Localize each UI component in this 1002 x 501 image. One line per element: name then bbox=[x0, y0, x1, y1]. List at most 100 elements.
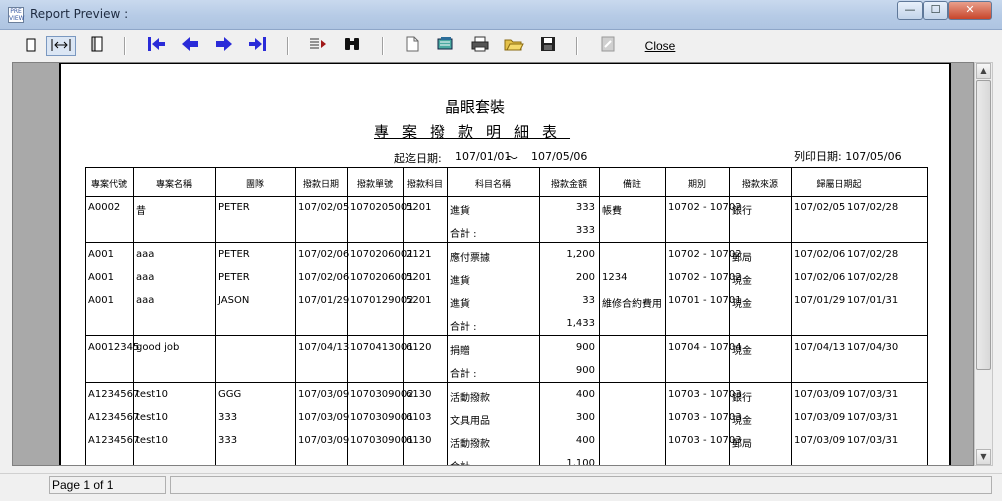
total-amount: 900 bbox=[575, 365, 595, 376]
print-date: 列印日期: 107/05/06 bbox=[794, 150, 902, 163]
cell-amount: 1,200 bbox=[566, 249, 595, 260]
first-page-icon bbox=[146, 36, 166, 56]
previous-arrow-icon bbox=[180, 36, 200, 56]
cell-amount: 400 bbox=[575, 435, 595, 446]
cell-to: 107/03/31 bbox=[847, 435, 899, 446]
cell-team: GGG bbox=[218, 389, 242, 400]
total-amount: 1,100 bbox=[566, 458, 595, 466]
column-header: 期別 bbox=[687, 180, 706, 190]
vertical-scrollbar[interactable]: ▲ ▼ bbox=[974, 62, 993, 466]
save-button[interactable] bbox=[536, 36, 560, 56]
scroll-down-arrow-icon[interactable]: ▼ bbox=[976, 449, 991, 465]
cell-source: 現金 bbox=[732, 276, 752, 287]
last-page-button[interactable] bbox=[246, 36, 270, 56]
close-window-button[interactable]: ✕ bbox=[948, 1, 992, 20]
goto-page-button[interactable] bbox=[306, 36, 330, 56]
scroll-up-arrow-icon[interactable]: ▲ bbox=[976, 63, 991, 79]
cell-from: 107/03/09 bbox=[794, 435, 846, 446]
cell-no: 1070205001 bbox=[350, 202, 414, 213]
header-top-line bbox=[85, 167, 927, 168]
report-title: 晶眼套裝 bbox=[445, 98, 506, 116]
cell-acct: 5201 bbox=[406, 295, 432, 306]
column-header: 歸屬日期起 bbox=[816, 180, 862, 190]
find-button[interactable] bbox=[340, 36, 364, 56]
cell-period: 10702 - 10702 bbox=[668, 272, 742, 283]
column-header: 撥款來源 bbox=[741, 180, 778, 190]
scroll-thumb[interactable] bbox=[976, 80, 991, 370]
cell-date: 107/03/09 bbox=[298, 412, 350, 423]
column-header: 撥款金額 bbox=[550, 180, 587, 190]
cell-from: 107/02/05 bbox=[794, 202, 846, 213]
page-width-button[interactable] bbox=[46, 36, 76, 56]
total-amount: 1,433 bbox=[566, 318, 595, 329]
cell-amount: 333 bbox=[575, 202, 595, 213]
cell-to: 107/01/31 bbox=[847, 295, 899, 306]
total-label: 合計 : bbox=[450, 369, 477, 380]
cell-acct: 6120 bbox=[406, 342, 432, 353]
cell-from: 107/01/29 bbox=[794, 295, 846, 306]
toolbar: Close bbox=[0, 30, 1002, 60]
cell-team: PETER bbox=[218, 272, 250, 283]
maximize-button[interactable]: ☐ bbox=[923, 1, 948, 20]
cell-name: 昔 bbox=[136, 206, 146, 217]
cell-no: 1070413001 bbox=[350, 342, 414, 353]
cell-no: 1070206001 bbox=[350, 249, 414, 260]
cell-code: A1234567 bbox=[88, 435, 140, 446]
cell-acct_name: 文具用品 bbox=[450, 416, 490, 427]
cell-team: 333 bbox=[218, 412, 238, 423]
page-setup-button[interactable] bbox=[400, 36, 424, 56]
cell-no: 1070129002 bbox=[350, 295, 414, 306]
cell-code: A1234567 bbox=[88, 389, 140, 400]
cell-code: A001 bbox=[88, 249, 114, 260]
export-button[interactable] bbox=[434, 36, 458, 56]
save-disk-icon bbox=[540, 36, 556, 56]
column-border bbox=[791, 167, 792, 465]
full-page-button[interactable] bbox=[88, 36, 106, 56]
next-arrow-icon bbox=[214, 36, 234, 56]
column-border bbox=[665, 167, 666, 465]
minimize-button[interactable]: — bbox=[897, 1, 923, 20]
cell-date: 107/02/05 bbox=[298, 202, 350, 213]
header-bottom-line bbox=[85, 196, 927, 197]
total-amount: 333 bbox=[575, 225, 595, 236]
total-label: 合計 : bbox=[450, 229, 477, 240]
report-preview-app-icon: PRE VIEW bbox=[8, 7, 25, 23]
single-page-button[interactable] bbox=[22, 36, 40, 56]
title-bar: PRE VIEW Report Preview : — ☐ ✕ bbox=[0, 0, 1002, 30]
previous-page-button[interactable] bbox=[178, 36, 202, 56]
column-border bbox=[599, 167, 600, 465]
cell-name: test10 bbox=[136, 435, 168, 446]
cell-source: 現金 bbox=[732, 299, 752, 310]
cell-source: 郵局 bbox=[732, 439, 752, 450]
next-page-button[interactable] bbox=[212, 36, 236, 56]
cell-note: 1234 bbox=[602, 272, 628, 283]
cell-code: A0012345 bbox=[88, 342, 140, 353]
open-button[interactable] bbox=[502, 36, 526, 56]
column-border bbox=[347, 167, 348, 465]
cell-acct: 5201 bbox=[406, 272, 432, 283]
cell-source: 現金 bbox=[732, 346, 752, 357]
report-viewport[interactable]: 晶眼套裝 專案撥款明細表 起迄日期: 107/01/01 ～ 107/05/06… bbox=[12, 62, 974, 466]
cell-amount: 200 bbox=[575, 272, 595, 283]
cell-date: 107/02/06 bbox=[298, 272, 350, 283]
cell-acct: 5201 bbox=[406, 202, 432, 213]
cell-to: 107/03/31 bbox=[847, 389, 899, 400]
close-preview-label: Close bbox=[644, 39, 676, 53]
cell-acct_name: 捐贈 bbox=[450, 346, 470, 357]
cell-note: 帳費 bbox=[602, 206, 622, 217]
close-preview-button[interactable]: Close bbox=[640, 36, 680, 56]
cell-acct: 6130 bbox=[406, 435, 432, 446]
first-page-button[interactable] bbox=[144, 36, 168, 56]
cell-from: 107/02/06 bbox=[794, 249, 846, 260]
send-button[interactable] bbox=[596, 36, 620, 56]
report-page: 晶眼套裝 專案撥款明細表 起迄日期: 107/01/01 ～ 107/05/06… bbox=[59, 63, 951, 466]
print-button[interactable] bbox=[468, 36, 492, 56]
window-title: Report Preview : bbox=[30, 7, 129, 21]
cell-no: 1070206001 bbox=[350, 272, 414, 283]
column-header: 團隊 bbox=[245, 180, 264, 190]
cell-no: 1070309001 bbox=[350, 412, 414, 423]
cell-code: A001 bbox=[88, 295, 114, 306]
column-border bbox=[927, 167, 928, 465]
cell-name: aaa bbox=[136, 272, 155, 283]
column-border bbox=[215, 167, 216, 465]
